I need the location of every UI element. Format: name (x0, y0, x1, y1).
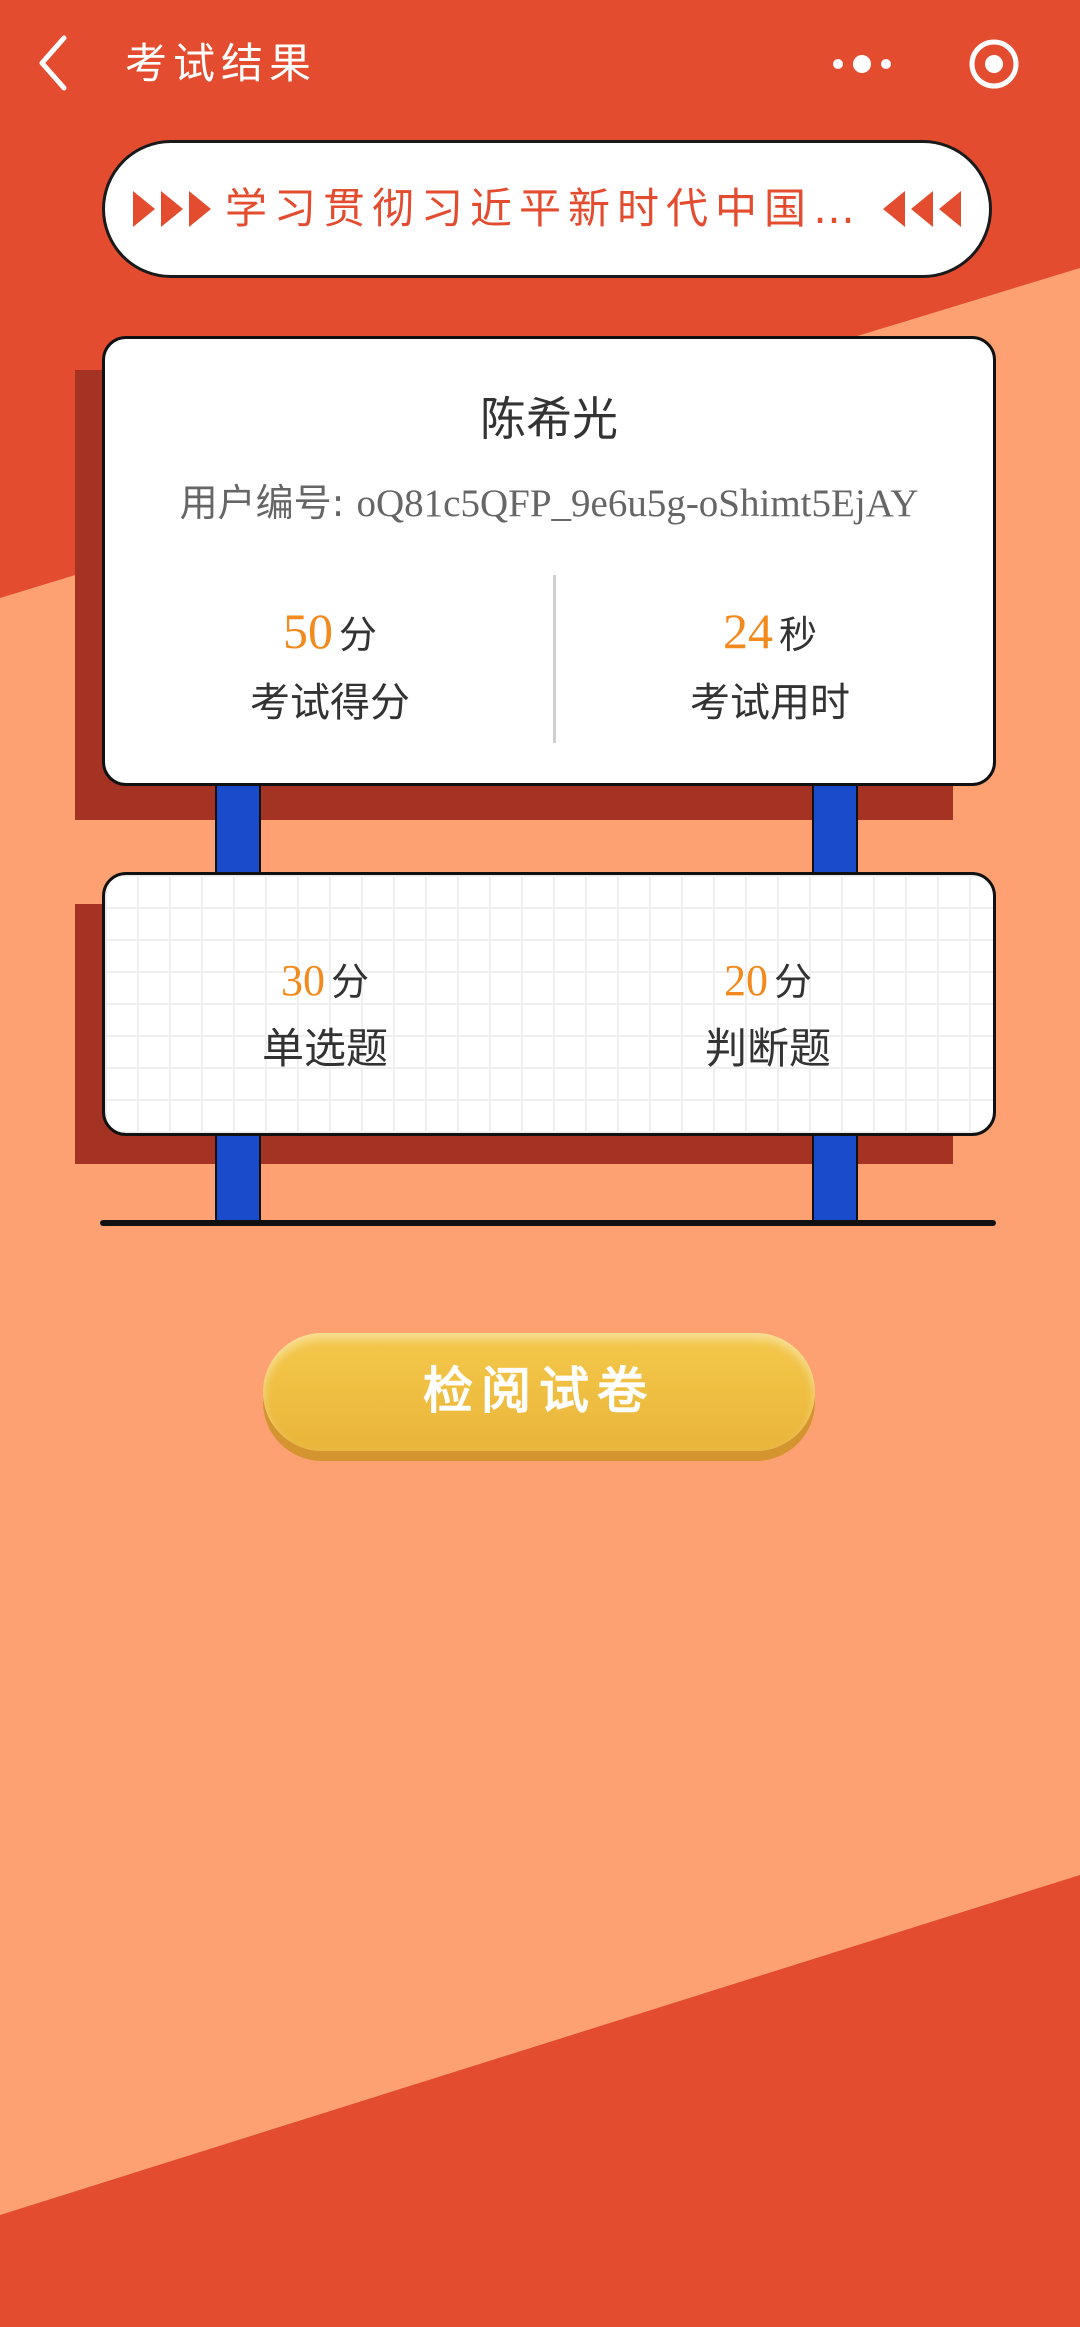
score-label: 考试得分 (250, 680, 410, 726)
top-nav-bar: 考试结果 (0, 0, 1080, 125)
true-false-unit: 分 (773, 960, 812, 1004)
back-button[interactable] (30, 30, 90, 96)
true-false-stat: 20 分 判断题 (548, 951, 988, 1078)
single-choice-label: 单选题 (261, 1024, 388, 1073)
single-choice-score: 30 (280, 956, 325, 1005)
triple-arrow-right-icon (133, 191, 211, 227)
sign-post-right-lower (812, 1134, 858, 1224)
user-id-value: oQ81c5QFP_9e6u5g-oShimt5EjAY (356, 482, 919, 525)
true-false-label: 判断题 (704, 1024, 831, 1073)
review-paper-button[interactable]: 检阅试卷 (263, 1333, 815, 1451)
score-value: 50 (282, 603, 333, 659)
close-miniprogram-button[interactable] (964, 34, 1024, 94)
banner-title: 学习贯彻习近平新时代中国… (225, 184, 863, 233)
user-id-label: 用户编号: (179, 481, 357, 525)
user-name: 陈希光 (480, 392, 618, 446)
more-dots-icon (833, 55, 891, 73)
time-stat: 24 秒 考试用时 (550, 601, 990, 733)
user-id-row: 用户编号: oQ81c5QFP_9e6u5g-oShimt5EjAY (105, 476, 993, 531)
time-unit: 秒 (778, 613, 817, 657)
target-circle-icon (969, 39, 1019, 89)
review-paper-button-label: 检阅试卷 (423, 1362, 655, 1420)
single-choice-stat: 30 分 单选题 (105, 951, 545, 1078)
page-title: 考试结果 (125, 39, 318, 88)
score-unit: 分 (338, 613, 377, 657)
result-summary-card: 陈希光 用户编号: oQ81c5QFP_9e6u5g-oShimt5EjAY 5… (102, 336, 996, 786)
time-label: 考试用时 (690, 680, 850, 726)
ground-line (100, 1220, 996, 1226)
chevron-left-icon (39, 35, 67, 91)
single-choice-unit: 分 (330, 960, 369, 1004)
sign-post-right-upper (812, 784, 858, 876)
sign-post-left-upper (215, 784, 261, 876)
exam-title-banner: 学习贯彻习近平新时代中国… (102, 140, 992, 278)
triple-arrow-left-icon (883, 191, 961, 227)
true-false-score: 20 (723, 956, 768, 1005)
score-breakdown-card: 30 分 单选题 20 分 判断题 (102, 872, 996, 1136)
more-menu-button[interactable] (830, 34, 894, 94)
score-stat: 50 分 考试得分 (110, 601, 550, 733)
sign-post-left-lower (215, 1134, 261, 1224)
time-value: 24 (722, 603, 773, 659)
